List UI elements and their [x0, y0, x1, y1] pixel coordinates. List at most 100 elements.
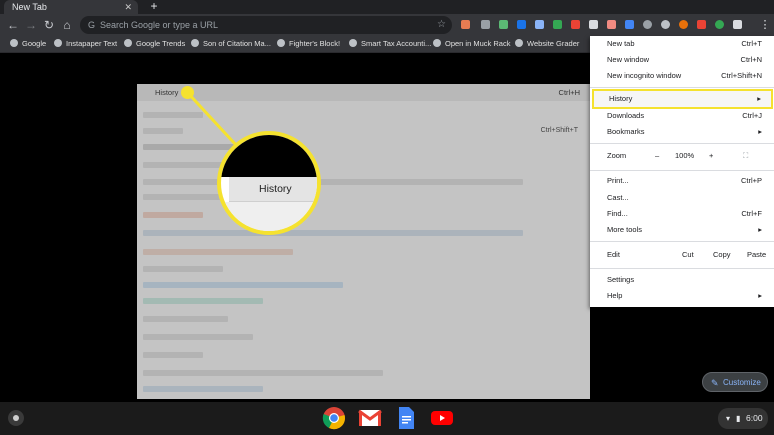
menu-item-more-tools[interactable]: More tools ▸ — [590, 222, 774, 238]
tab-strip: New Tab ✕ + — [0, 0, 774, 14]
blurred-text — [143, 112, 203, 118]
extension-icon[interactable] — [661, 20, 670, 29]
bookmark-label: Open in Muck Rack — [445, 39, 511, 48]
menu-divider — [590, 268, 774, 269]
zoom-out-button[interactable]: – — [655, 148, 659, 164]
fullscreen-icon[interactable]: ⛶ — [743, 148, 748, 164]
bookmark-item[interactable]: Google — [10, 36, 46, 52]
extension-icon[interactable] — [625, 20, 634, 29]
preview-history-row: History Ctrl+H — [137, 84, 590, 101]
menu-item-shortcut: Ctrl+Shift+N — [721, 71, 762, 80]
chromeos-shelf: ▾ ▮ 6:00 — [0, 402, 774, 435]
paste-button[interactable]: Paste — [747, 247, 766, 263]
blurred-text — [143, 370, 383, 376]
extension-icon[interactable] — [607, 20, 616, 29]
gmail-app-icon[interactable] — [358, 406, 382, 430]
bookmark-item[interactable]: Smart Tax Accounti... — [349, 36, 431, 52]
bookmark-item[interactable]: Website Grader — [515, 36, 579, 52]
menu-divider — [590, 87, 774, 88]
launcher-icon — [13, 415, 19, 421]
docs-app-icon[interactable] — [394, 406, 418, 430]
blurred-text — [143, 386, 263, 392]
menu-item-label: Settings — [607, 275, 635, 284]
tab-new-tab[interactable]: New Tab ✕ — [4, 0, 138, 14]
chrome-app-icon[interactable] — [322, 406, 346, 430]
extension-icon[interactable] — [715, 20, 724, 29]
new-tab-button[interactable]: + — [148, 0, 160, 14]
bookmark-item[interactable]: Google Trends — [124, 36, 185, 52]
bookmark-star-icon[interactable]: ☆ — [437, 16, 446, 34]
magnified-history-item: History — [229, 177, 317, 202]
tab-title: New Tab — [12, 2, 47, 12]
blurred-text — [143, 298, 263, 304]
extension-icon[interactable] — [589, 20, 598, 29]
menu-divider — [590, 241, 774, 242]
bookmark-favicon-icon — [277, 39, 285, 47]
menu-item-new-tab[interactable]: New tab Ctrl+T — [590, 36, 774, 52]
customize-button[interactable]: ✎ Customize — [702, 372, 768, 392]
submenu-arrow-icon: ▸ — [758, 225, 762, 234]
menu-item-help[interactable]: Help ▸ — [590, 288, 774, 304]
back-icon[interactable]: ← — [4, 16, 22, 34]
menu-item-cast[interactable]: Cast... — [590, 190, 774, 206]
menu-item-settings[interactable]: Settings — [590, 272, 774, 288]
blurred-text — [143, 179, 523, 185]
menu-item-downloads[interactable]: Downloads Ctrl+J — [590, 108, 774, 124]
bookmark-item[interactable]: Son of Citation Ma... — [191, 36, 271, 52]
bookmark-label: Website Grader — [527, 39, 580, 48]
submenu-arrow-icon: ▸ — [758, 127, 762, 136]
menu-item-new-window[interactable]: New window Ctrl+N — [590, 52, 774, 68]
menu-item-print[interactable]: Print... Ctrl+P — [590, 173, 774, 189]
menu-item-label: New incognito window — [607, 71, 682, 80]
menu-item-shortcut: Ctrl+N — [740, 55, 762, 64]
zoom-level: 100% — [675, 151, 695, 160]
extension-icon[interactable] — [643, 20, 652, 29]
blurred-text — [143, 316, 228, 322]
extension-icon[interactable] — [733, 20, 742, 29]
extension-icon[interactable] — [571, 20, 580, 29]
extension-icon[interactable] — [553, 20, 562, 29]
copy-button[interactable]: Copy — [713, 247, 731, 263]
forward-icon[interactable]: → — [22, 16, 40, 34]
menu-divider — [590, 143, 774, 144]
omnibox[interactable]: G Search Google or type a URL ☆ — [80, 16, 452, 34]
extension-icon[interactable] — [679, 20, 688, 29]
menu-item-label: New tab — [607, 39, 635, 48]
magnifier-background — [221, 135, 317, 177]
cut-button[interactable]: Cut — [682, 247, 694, 263]
callout-anchor-dot — [181, 86, 194, 99]
bookmark-item[interactable]: Fighter's Block! — [277, 36, 340, 52]
google-g-icon: G — [88, 20, 96, 30]
menu-item-find[interactable]: Find... Ctrl+F — [590, 206, 774, 222]
home-icon[interactable]: ⌂ — [58, 16, 76, 34]
bookmark-item[interactable]: Instapaper Text — [54, 36, 117, 52]
status-tray[interactable]: ▾ ▮ 6:00 — [718, 408, 768, 429]
bookmark-favicon-icon — [124, 39, 132, 47]
extension-icon[interactable] — [535, 20, 544, 29]
chrome-menu-button[interactable]: ⋮ — [757, 16, 773, 34]
bookmark-label: Fighter's Block! — [289, 39, 341, 48]
bookmark-label: Google — [22, 39, 47, 48]
extension-icon[interactable] — [499, 20, 508, 29]
menu-item-shortcut: Ctrl+P — [740, 176, 762, 185]
bookmark-favicon-icon — [10, 39, 18, 47]
extension-icon[interactable] — [697, 20, 706, 29]
zoom-in-button[interactable]: + — [709, 148, 713, 164]
menu-item-new-incognito-window[interactable]: New incognito window Ctrl+Shift+N — [590, 68, 774, 84]
extension-icon[interactable] — [461, 20, 470, 29]
menu-item-label: Cast... — [607, 193, 629, 202]
tab-close-icon[interactable]: ✕ — [124, 0, 132, 14]
blurred-text — [143, 266, 223, 272]
menu-item-shortcut: Ctrl+F — [741, 209, 762, 218]
extension-icon[interactable] — [517, 20, 526, 29]
menu-item-history[interactable]: History ▸ — [592, 89, 773, 109]
bookmark-item[interactable]: Open in Muck Rack — [433, 36, 510, 52]
launcher-button[interactable] — [8, 410, 24, 426]
menu-item-shortcut: Ctrl+T — [741, 39, 762, 48]
extension-icon[interactable] — [481, 20, 490, 29]
reload-icon[interactable]: ↻ — [40, 16, 58, 34]
submenu-arrow-icon: ▸ — [758, 291, 762, 300]
menu-item-label: Help — [607, 291, 623, 300]
youtube-app-icon[interactable] — [430, 406, 454, 430]
menu-item-bookmarks[interactable]: Bookmarks ▸ — [590, 124, 774, 140]
